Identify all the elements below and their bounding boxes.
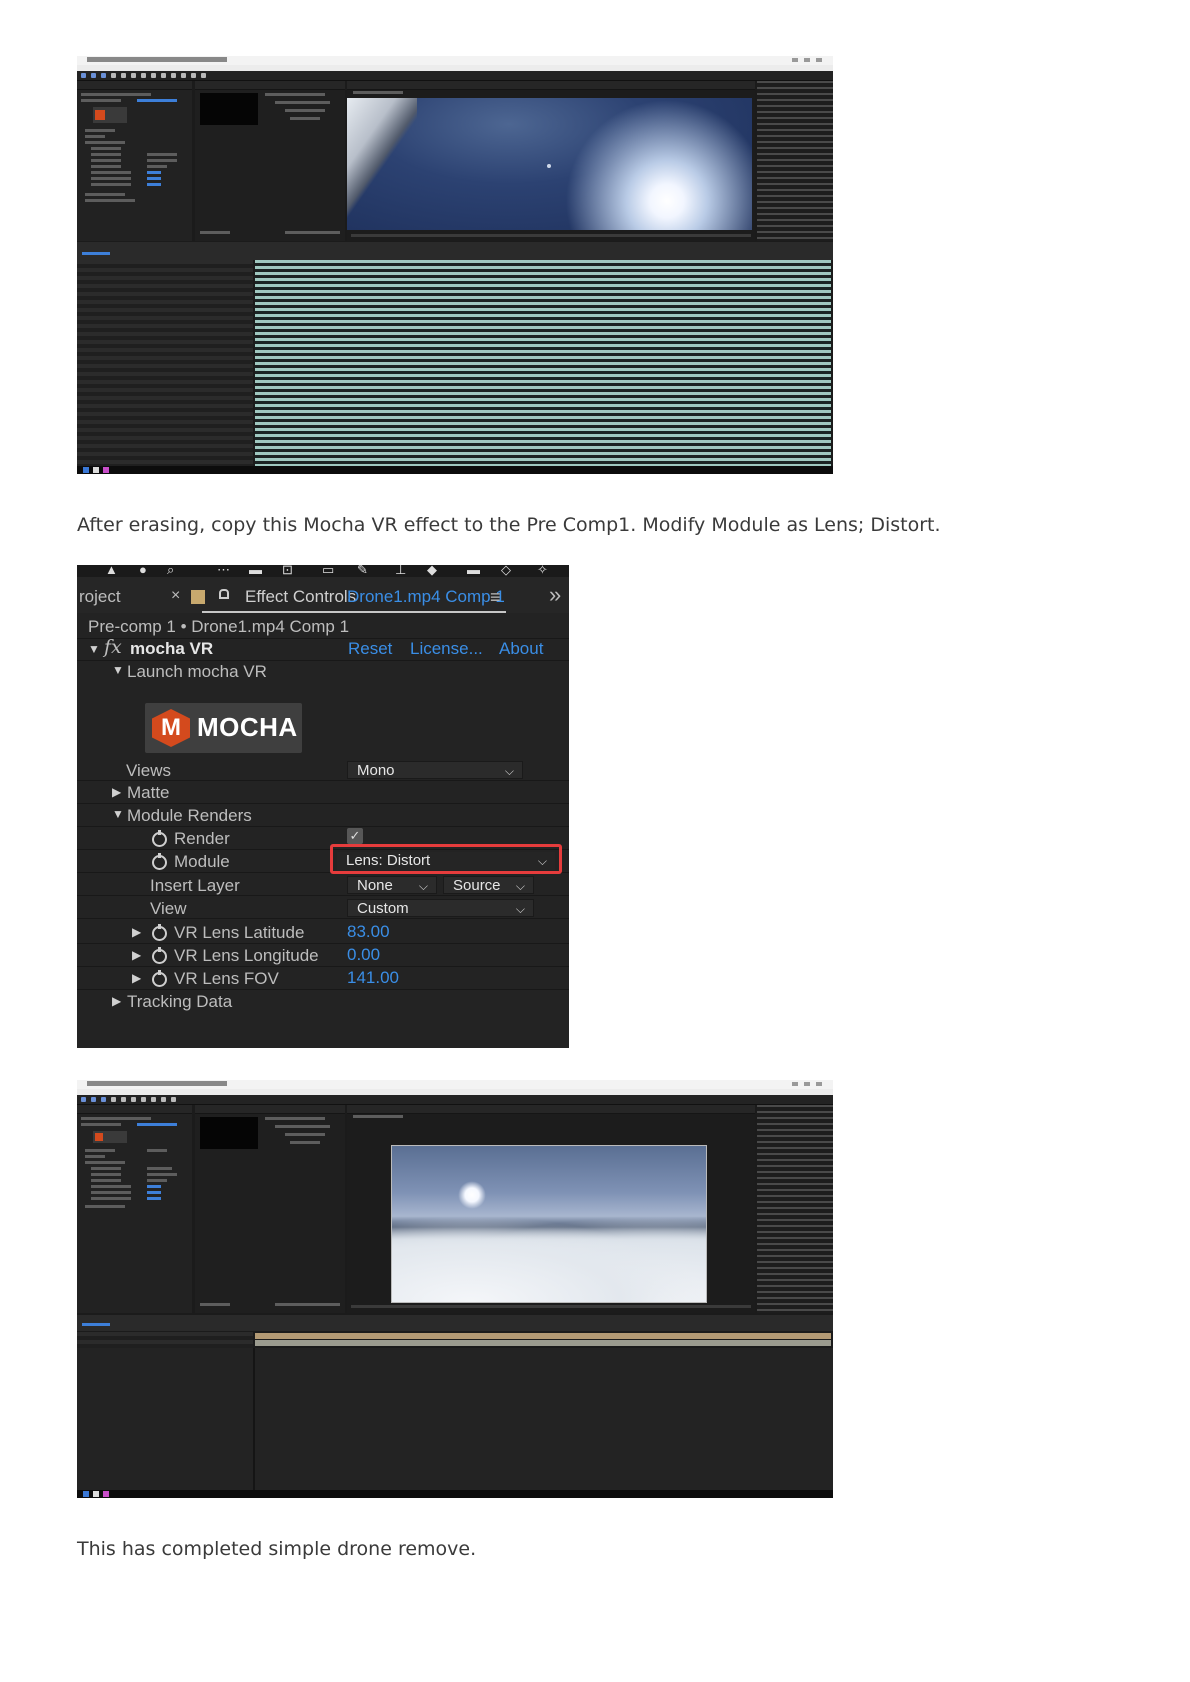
reset-link[interactable]: Reset (348, 639, 392, 659)
chevron-down-icon: ⌵ (418, 879, 428, 893)
tool-bar (77, 71, 833, 81)
screenshot-after-effects-result (77, 1080, 833, 1498)
fx-icon[interactable]: fx (104, 636, 122, 658)
timeline-layer-list (77, 1332, 253, 1348)
effects-presets-panel (757, 1105, 833, 1313)
stopwatch-icon[interactable] (152, 853, 167, 870)
module-label: Module (174, 852, 230, 871)
vr-lens-longitude-value[interactable]: 0.00 (347, 945, 380, 965)
effect-controls-panel (77, 1105, 192, 1313)
tab-effect-controls[interactable]: Effect Controls (245, 587, 356, 607)
views-label: Views (126, 761, 172, 780)
module-highlight-box (330, 844, 562, 874)
vr-lens-latitude-value[interactable]: 83.00 (347, 922, 390, 942)
effect-controls-panel (77, 81, 192, 241)
tab-close-icon[interactable]: × (171, 587, 180, 605)
timeline-layer-list (77, 260, 253, 466)
launch-label: Launch mocha VR (127, 662, 267, 681)
windows-taskbar (77, 1490, 833, 1498)
effects-presets-panel (757, 81, 833, 241)
vr-lens-latitude-label: VR Lens Latitude (174, 923, 305, 942)
effect-controls-zoomed: ▲ ● ⌕ ⋯ ▬ ⊡ ▭ ✎ ⊥ ◆ ▬ ◇ ✧ roject × Effect Control… (77, 565, 569, 1048)
tab-project[interactable]: roject (79, 587, 121, 607)
panel-menu-icon[interactable]: ≡ (490, 587, 501, 608)
view-label: View (150, 899, 187, 918)
stopwatch-icon[interactable] (152, 830, 167, 847)
tool-bar (77, 1095, 833, 1105)
collapse-triangle-icon[interactable]: ▼ (112, 807, 124, 821)
color-label-icon (191, 590, 205, 604)
render-queue-panel (195, 81, 345, 241)
conclusion-paragraph: This has completed simple drone remove. (77, 1538, 477, 1560)
view-dropdown[interactable]: Custom ⌵ (347, 899, 534, 917)
tracking-data-label: Tracking Data (127, 992, 233, 1011)
module-renders-label: Module Renders (127, 806, 252, 825)
vr-lens-fov-value[interactable]: 141.00 (347, 968, 399, 988)
matte-label: Matte (127, 783, 170, 802)
insert-layer-label: Insert Layer (150, 876, 240, 895)
collapse-triangle-icon[interactable]: ▼ (88, 642, 100, 656)
expand-triangle-icon[interactable]: ▶ (132, 925, 141, 939)
tab-comp-name[interactable]: Drone1.mp4 Comp 1 (347, 587, 505, 607)
insert-layer-dropdown[interactable]: None ⌵ (347, 876, 437, 894)
composition-viewer (347, 81, 755, 241)
render-queue-panel (195, 1105, 345, 1313)
chevron-down-icon: ⌵ (515, 902, 525, 916)
panel-expand-icon[interactable]: » (549, 582, 561, 608)
mocha-logo-word: MOCHA (197, 712, 298, 742)
chevron-down-icon: ⌵ (515, 879, 525, 893)
vr-lens-fov-label: VR Lens FOV (174, 969, 279, 988)
composition-viewer (347, 1105, 755, 1313)
collapse-triangle-icon[interactable]: ▼ (112, 663, 124, 677)
timeline-layer-bar (255, 1340, 831, 1346)
window-titlebar (77, 1080, 833, 1089)
instruction-paragraph: After erasing, copy this Mocha VR effect… (77, 514, 941, 536)
timeline-layer-bars (255, 260, 831, 466)
expand-triangle-icon[interactable]: ▶ (112, 994, 121, 1008)
timeline-empty-area (77, 1348, 833, 1490)
effect-name: mocha VR (130, 639, 214, 658)
timeline-header (77, 242, 833, 260)
render-label: Render (174, 829, 230, 848)
vr-lens-longitude-label: VR Lens Longitude (174, 946, 319, 965)
breadcrumb: Pre-comp 1 • Drone1.mp4 Comp 1 (88, 617, 350, 636)
timeline-layer-bar (255, 1333, 831, 1339)
render-checkbox[interactable]: ✓ (347, 828, 363, 844)
panel-tab-header: roject × Effect Controls Drone1.mp4 Comp… (77, 577, 569, 613)
lock-icon[interactable] (219, 589, 229, 599)
chevron-down-icon: ⌵ (504, 764, 514, 778)
stopwatch-icon[interactable] (152, 970, 167, 987)
expand-triangle-icon[interactable]: ▶ (112, 785, 121, 799)
viewer-snow-panorama (391, 1145, 707, 1303)
expand-triangle-icon[interactable]: ▶ (132, 948, 141, 962)
launch-mocha-button[interactable]: M MOCHA (145, 703, 302, 753)
views-dropdown[interactable]: Mono ⌵ (347, 761, 523, 779)
viewer-sky-image (347, 98, 752, 230)
windows-taskbar (77, 466, 833, 474)
expand-triangle-icon[interactable]: ▶ (132, 971, 141, 985)
screenshot-after-effects-erase (77, 56, 833, 474)
stopwatch-icon[interactable] (152, 947, 167, 964)
tools-strip: ▲ ● ⌕ ⋯ ▬ ⊡ ▭ ✎ ⊥ ◆ ▬ ◇ ✧ (77, 565, 569, 577)
stopwatch-icon[interactable] (152, 924, 167, 941)
about-link[interactable]: About (499, 639, 543, 659)
license-link[interactable]: License... (410, 639, 483, 659)
timeline-header (77, 1315, 833, 1331)
insert-layer-source-dropdown[interactable]: Source ⌵ (443, 876, 534, 894)
window-titlebar (77, 56, 833, 65)
mocha-logo-icon: M (152, 709, 190, 747)
